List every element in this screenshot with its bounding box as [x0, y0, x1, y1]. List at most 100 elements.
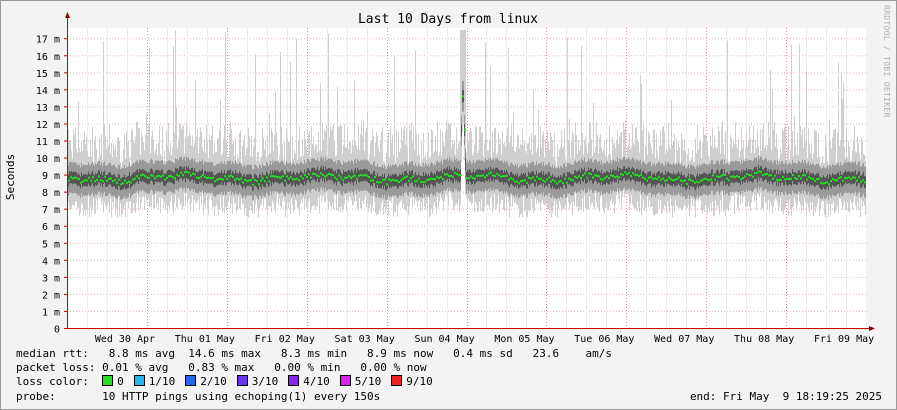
- median-point: [662, 177, 664, 180]
- median-point: [264, 180, 266, 183]
- median-point: [282, 175, 284, 178]
- median-point: [444, 173, 446, 176]
- median-point: [500, 175, 502, 178]
- median-point: [158, 174, 160, 177]
- median-point: [328, 172, 330, 175]
- median-point: [316, 174, 318, 177]
- median-point: [698, 181, 700, 184]
- median-point: [840, 176, 842, 179]
- median-point: [572, 179, 574, 182]
- median-point: [188, 171, 190, 174]
- median-point: [562, 182, 564, 185]
- loss-color-swatch: [288, 375, 300, 386]
- median-point: [726, 177, 728, 180]
- median-point: [136, 175, 138, 178]
- loss-color-label: loss color:: [16, 375, 89, 388]
- median-point: [804, 174, 806, 177]
- median-point: [288, 177, 290, 180]
- median-point: [624, 171, 626, 174]
- median-point: [742, 177, 744, 180]
- median-point: [144, 174, 146, 177]
- median-point: [816, 178, 818, 181]
- median-point: [538, 177, 540, 180]
- median-point: [422, 181, 424, 184]
- median-point: [584, 172, 586, 175]
- median-point: [94, 180, 96, 183]
- median-point: [396, 179, 398, 182]
- median-point: [754, 172, 756, 175]
- median-point: [684, 179, 686, 182]
- median-point: [722, 173, 724, 176]
- median-point: [382, 178, 384, 181]
- median-point: [652, 177, 654, 180]
- median-point: [148, 176, 150, 179]
- median-point: [410, 177, 412, 180]
- median-point: [226, 177, 228, 180]
- median-point: [240, 177, 242, 180]
- median-point: [598, 175, 600, 178]
- median-point: [732, 175, 734, 178]
- x-tick-label: Sun 04 May: [414, 334, 474, 345]
- x-tick-label: Sat 03 May: [335, 334, 395, 345]
- median-point: [294, 178, 296, 181]
- median-rtt-label: median rtt:: [16, 347, 89, 360]
- median-point: [348, 174, 350, 177]
- median-point: [460, 174, 462, 177]
- median-point: [370, 179, 372, 182]
- median-point: [620, 173, 622, 176]
- y-tick-label: 16 m: [36, 52, 60, 63]
- median-point: [654, 177, 656, 180]
- median-point: [788, 178, 790, 181]
- loss-color-line: loss color: 0 1/10 2/10 3/10 4/10 5/10 9/10: [16, 375, 443, 388]
- loss-color-swatches: 0 1/10 2/10 3/10 4/10 5/10 9/10: [102, 375, 443, 388]
- loss-color-label: 0: [117, 375, 124, 388]
- median-point: [810, 177, 812, 180]
- median-point: [302, 177, 304, 180]
- median-point: [710, 178, 712, 181]
- y-tick-label: 15 m: [36, 69, 60, 80]
- median-point: [716, 175, 718, 178]
- x-axis-arrow: [869, 326, 875, 331]
- median-point: [80, 181, 82, 184]
- median-point: [780, 178, 782, 181]
- median-point: [602, 178, 604, 181]
- median-point: [844, 177, 846, 180]
- watermark: RRDTOOL / TOBI OETIKER: [882, 5, 891, 118]
- median-point: [84, 179, 86, 182]
- median-point: [580, 177, 582, 180]
- median-point: [736, 175, 738, 178]
- median-point: [360, 174, 362, 177]
- packet-loss-line: packet loss: 0.01 % avg 0.83 % max 0.00 …: [16, 361, 427, 374]
- median-point: [778, 179, 780, 182]
- median-point: [764, 173, 766, 176]
- median-point: [650, 176, 652, 179]
- median-point: [162, 174, 164, 177]
- median-point: [792, 174, 794, 177]
- median-point: [442, 178, 444, 181]
- median-point: [676, 178, 678, 181]
- median-point: [244, 178, 246, 181]
- median-point: [454, 171, 456, 174]
- median-point: [646, 179, 648, 182]
- median-point: [556, 182, 558, 185]
- median-point: [140, 174, 142, 177]
- median-point: [776, 178, 778, 181]
- median-point: [166, 176, 168, 179]
- median-point: [666, 179, 668, 182]
- median-point: [558, 180, 560, 183]
- median-point: [588, 172, 590, 175]
- median-point: [644, 177, 646, 180]
- median-point: [304, 174, 306, 177]
- median-point: [88, 176, 90, 179]
- median-point: [278, 176, 280, 179]
- median-point: [214, 180, 216, 183]
- median-point: [488, 172, 490, 175]
- median-point: [324, 175, 326, 178]
- median-point: [706, 178, 708, 181]
- loss-color-swatch: [236, 375, 248, 386]
- median-point: [318, 175, 320, 178]
- y-tick-label: 6 m: [42, 222, 60, 233]
- median-point: [152, 174, 154, 177]
- median-point: [802, 174, 804, 177]
- median-point: [720, 175, 722, 178]
